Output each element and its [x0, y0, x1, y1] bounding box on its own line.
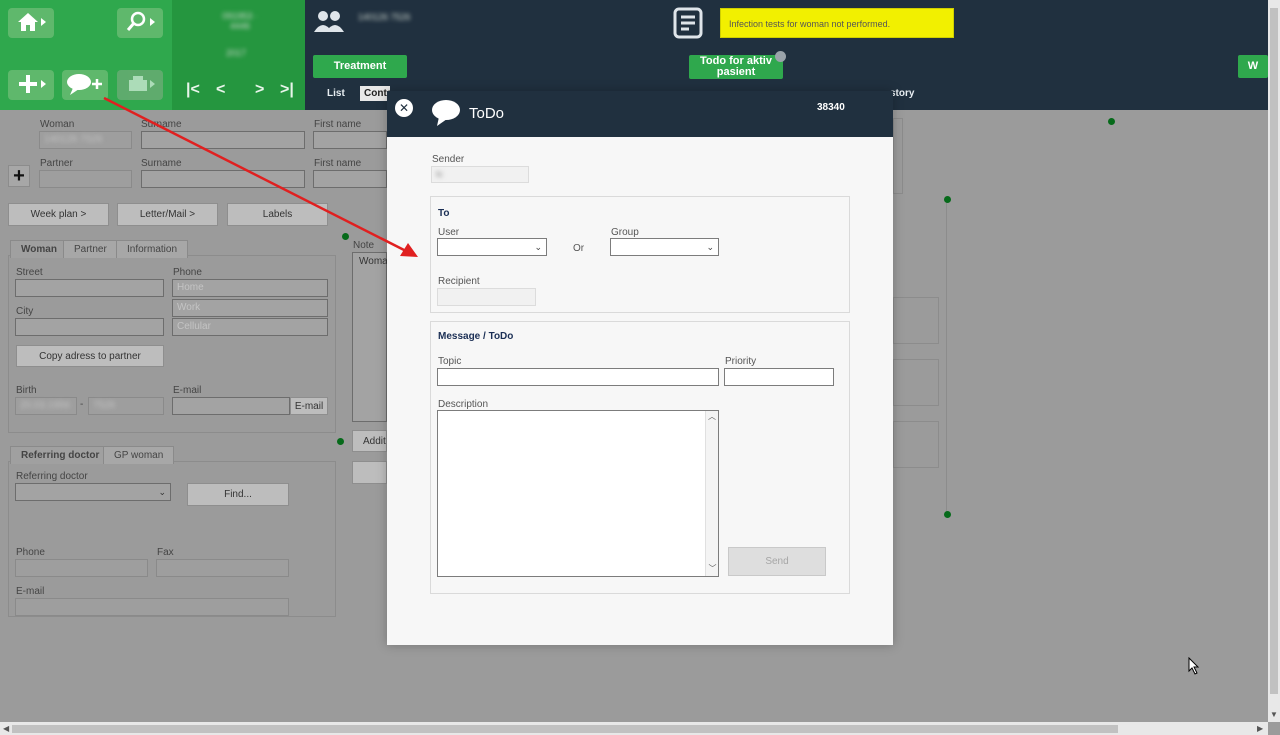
mouse-cursor-icon — [1188, 656, 1200, 678]
vertical-scroll-thumb[interactable] — [1270, 8, 1278, 694]
horizontal-scroll-thumb[interactable] — [12, 725, 1118, 733]
scroll-right-icon[interactable]: ▶ — [1257, 724, 1263, 733]
annotation-arrow — [103, 96, 418, 257]
scroll-left-icon[interactable]: ◀ — [3, 724, 9, 733]
scroll-down-icon[interactable]: ▼ — [1270, 710, 1278, 719]
